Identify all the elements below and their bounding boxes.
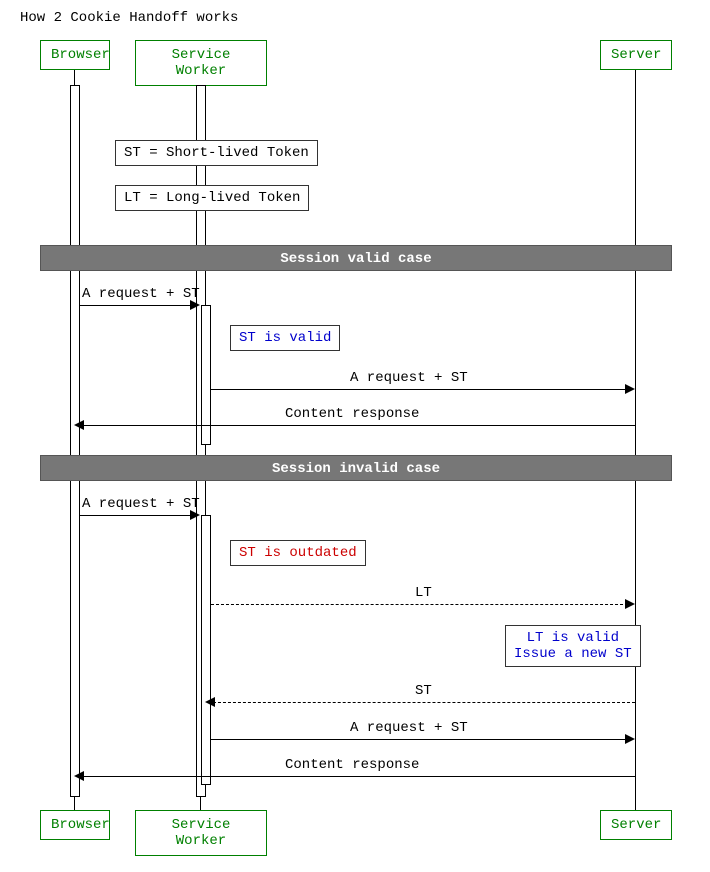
note-st-valid: ST is valid bbox=[230, 325, 340, 351]
note-lt-valid: LT is valid Issue a new ST bbox=[505, 625, 641, 667]
note-lt-def: LT = Long-lived Token bbox=[115, 185, 309, 211]
arrowhead-icon bbox=[205, 697, 215, 707]
participant-label: Service Worker bbox=[172, 817, 231, 849]
diagram-title: How 2 Cookie Handoff works bbox=[20, 10, 238, 26]
arrowhead-icon bbox=[190, 300, 200, 310]
divider-valid: Session valid case bbox=[40, 245, 672, 271]
arrow-browser-sw-1 bbox=[80, 305, 193, 306]
arrow-server-browser-1 bbox=[82, 425, 635, 426]
msg-label: A request + ST bbox=[350, 370, 468, 386]
lifeline-server bbox=[635, 70, 636, 810]
arrowhead-icon bbox=[74, 771, 84, 781]
arrowhead-icon bbox=[190, 510, 200, 520]
divider-invalid: Session invalid case bbox=[40, 455, 672, 481]
participant-server-bottom: Server bbox=[600, 810, 672, 840]
participant-label: Browser bbox=[51, 817, 110, 833]
arrowhead-icon bbox=[625, 599, 635, 609]
note-st-outdated: ST is outdated bbox=[230, 540, 366, 566]
msg-label: A request + ST bbox=[350, 720, 468, 736]
arrow-sw-server-1 bbox=[211, 389, 628, 390]
arrow-server-browser-2 bbox=[82, 776, 635, 777]
arrow-browser-sw-2 bbox=[80, 515, 193, 516]
msg-label: Content response bbox=[285, 406, 419, 422]
arrowhead-icon bbox=[625, 734, 635, 744]
note-line: Issue a new ST bbox=[514, 646, 632, 662]
msg-label: A request + ST bbox=[82, 286, 200, 302]
arrowhead-icon bbox=[625, 384, 635, 394]
arrow-server-sw-st bbox=[213, 702, 635, 703]
activation-sw-valid bbox=[201, 305, 211, 445]
note-st-def: ST = Short-lived Token bbox=[115, 140, 318, 166]
participant-browser-top: Browser bbox=[40, 40, 110, 70]
participant-label: Service Worker bbox=[172, 47, 231, 79]
participant-label: Browser bbox=[51, 47, 110, 63]
arrow-sw-server-lt bbox=[211, 604, 628, 605]
activation-sw-invalid bbox=[201, 515, 211, 785]
note-line: LT is valid bbox=[514, 630, 632, 646]
msg-label: LT bbox=[415, 585, 432, 601]
participant-browser-bottom: Browser bbox=[40, 810, 110, 840]
participant-server-top: Server bbox=[600, 40, 672, 70]
arrow-sw-server-2 bbox=[211, 739, 628, 740]
participant-service-worker-top: Service Worker bbox=[135, 40, 267, 86]
sequence-diagram: How 2 Cookie Handoff works Browser Servi… bbox=[0, 0, 710, 872]
participant-service-worker-bottom: Service Worker bbox=[135, 810, 267, 856]
msg-label: A request + ST bbox=[82, 496, 200, 512]
msg-label: Content response bbox=[285, 757, 419, 773]
activation-browser bbox=[70, 85, 80, 797]
arrowhead-icon bbox=[74, 420, 84, 430]
msg-label: ST bbox=[415, 683, 432, 699]
participant-label: Server bbox=[611, 817, 661, 833]
participant-label: Server bbox=[611, 47, 661, 63]
